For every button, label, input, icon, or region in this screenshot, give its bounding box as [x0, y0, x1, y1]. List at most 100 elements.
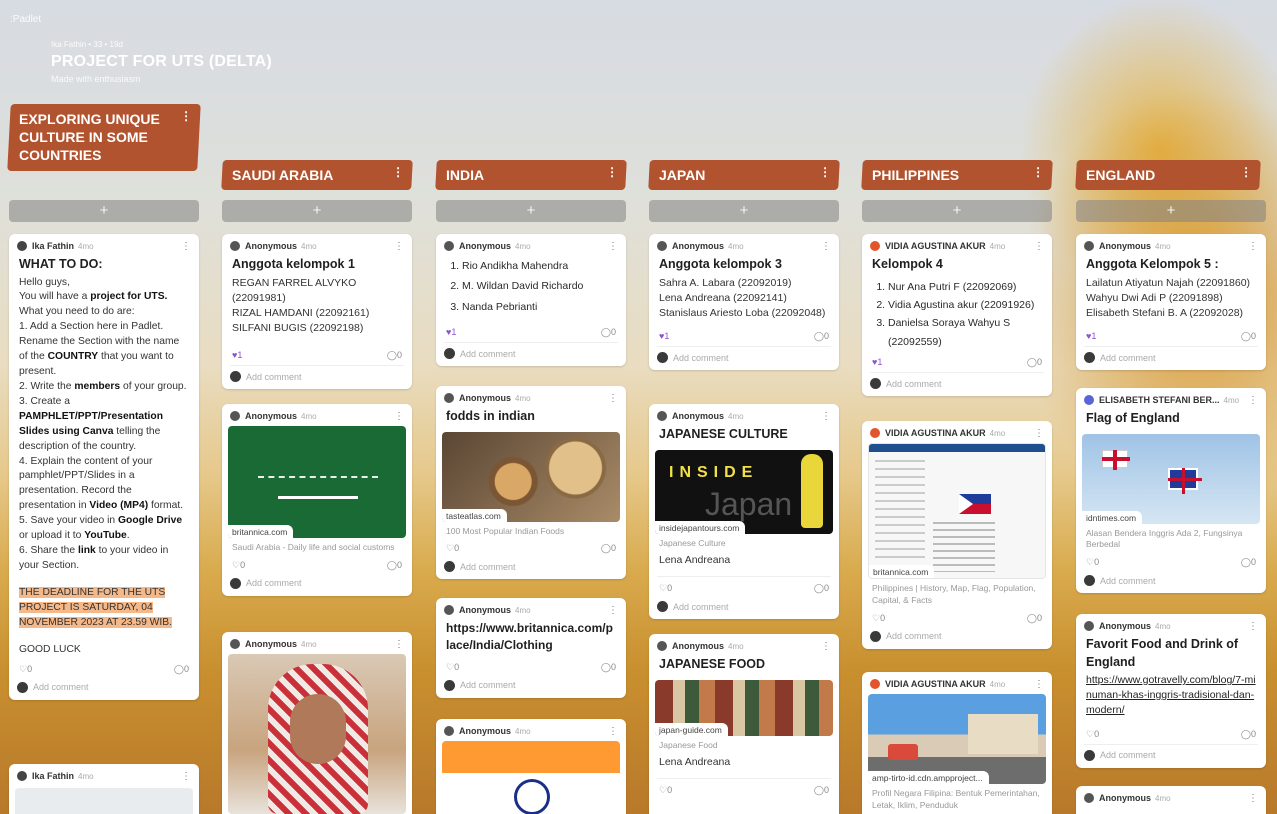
- comment-count[interactable]: ◯0: [387, 350, 402, 361]
- comment-count[interactable]: ◯0: [601, 327, 616, 338]
- add-comment[interactable]: Add comment: [436, 556, 626, 579]
- comment-count[interactable]: ◯0: [814, 583, 829, 594]
- comment-count[interactable]: ◯0: [1241, 557, 1256, 568]
- kebab-vertical-icon[interactable]: ⋮: [608, 726, 618, 737]
- post-card[interactable]: Anonymous 4mo ⋮ Anggota kelompok 1 REGAN F…: [222, 234, 412, 390]
- post-card[interactable]: VIDIA AGUSTINA AKUR4mo⋮ Kelompok 4 Nur A…: [862, 234, 1052, 396]
- add-comment[interactable]: Add comment: [1076, 347, 1266, 370]
- section-header[interactable]: SAUDI ARABIA ⋮: [221, 160, 413, 191]
- add-comment[interactable]: Add comment: [1076, 745, 1266, 768]
- saudi-flag-image[interactable]: britannica.com: [228, 426, 406, 538]
- comment-count[interactable]: ◯0: [1027, 613, 1042, 624]
- add-comment[interactable]: Add comment: [222, 366, 412, 389]
- post-card[interactable]: Ika Fathin 4mo ⋮ WHAT TO DO: Hello guys, Y…: [9, 234, 199, 700]
- add-comment[interactable]: Add comment: [436, 343, 626, 366]
- kebab-vertical-icon[interactable]: ⋮: [608, 605, 618, 616]
- comment-count[interactable]: ◯0: [814, 331, 829, 342]
- like-button[interactable]: ♡0: [19, 664, 32, 675]
- post-card[interactable]: Ika Fathin 4mo ⋮: [9, 764, 199, 814]
- kebab-vertical-icon[interactable]: ⋮: [1032, 165, 1044, 181]
- add-comment[interactable]: Add comment: [862, 373, 1052, 396]
- post-card[interactable]: Anonymous 4mo ⋮ Favorit Food and Drink of …: [1076, 614, 1266, 768]
- add-comment[interactable]: Add comment: [649, 347, 839, 370]
- like-button[interactable]: ♡0: [1086, 729, 1099, 740]
- add-comment[interactable]: Add comment: [436, 675, 626, 698]
- kebab-vertical-icon[interactable]: ⋮: [1034, 241, 1044, 252]
- post-link[interactable]: https://www.gotravelly.com/blog/7-minuma…: [1086, 674, 1256, 716]
- indian-food-image[interactable]: tasteatlas.com: [442, 431, 620, 522]
- post-card[interactable]: Anonymous 4mo ⋮ https://www.britannica.com…: [436, 598, 626, 698]
- post-card[interactable]: ELISABETH STEFANI BER... 4mo ⋮ Flag of Eng…: [1076, 388, 1266, 594]
- add-post-button[interactable]: +: [222, 200, 412, 222]
- section-header[interactable]: ENGLAND ⋮: [1075, 160, 1261, 191]
- add-comment[interactable]: Add comment: [649, 596, 839, 619]
- kebab-vertical-icon[interactable]: ⋮: [181, 241, 191, 252]
- kebab-vertical-icon[interactable]: ⋮: [181, 771, 191, 782]
- kebab-vertical-icon[interactable]: ⋮: [1034, 428, 1044, 439]
- comment-count[interactable]: ◯0: [174, 664, 189, 675]
- kebab-vertical-icon[interactable]: ⋮: [392, 165, 404, 181]
- post-card[interactable]: Anonymous 4mo ⋮ JAPANESE FOOD japan-guide.…: [649, 634, 839, 814]
- comment-count[interactable]: ◯0: [1241, 331, 1256, 342]
- kebab-vertical-icon[interactable]: ⋮: [1240, 165, 1252, 181]
- post-card[interactable]: Anonymous 4mo ⋮ fodds in indian tasteatlas…: [436, 386, 626, 580]
- section-header[interactable]: EXPLORING UNIQUE CULTURE IN SOME COUNTRI…: [7, 104, 201, 171]
- like-button[interactable]: ♡0: [659, 785, 672, 796]
- india-flag-image[interactable]: [442, 741, 620, 814]
- comment-count[interactable]: ◯0: [601, 662, 616, 673]
- post-card[interactable]: VIDIA AGUSTINA AKUR 4mo ⋮ amp-tirto-id.cdn…: [862, 672, 1052, 814]
- kebab-vertical-icon[interactable]: ⋮: [1248, 395, 1258, 406]
- like-button[interactable]: ♡0: [872, 613, 885, 624]
- like-button[interactable]: ♡0: [659, 583, 672, 594]
- like-button[interactable]: ♡0: [1086, 557, 1099, 568]
- post-card[interactable]: Anonymous 4mo ⋮ Anggota kelompok 3 Sahra A…: [649, 234, 839, 371]
- kebab-vertical-icon[interactable]: ⋮: [821, 641, 831, 652]
- portrait-image[interactable]: [228, 654, 406, 814]
- comment-count[interactable]: ◯0: [1241, 729, 1256, 740]
- post-card[interactable]: Anonymous 4mo ⋮: [436, 719, 626, 814]
- like-button[interactable]: ♡0: [446, 662, 459, 673]
- post-card[interactable]: VIDIA AGUSTINA AKUR 4mo ⋮ britannica.com P…: [862, 421, 1052, 649]
- kebab-vertical-icon[interactable]: ⋮: [819, 165, 831, 181]
- kebab-vertical-icon[interactable]: ⋮: [606, 165, 618, 181]
- add-comment[interactable]: Add comment: [9, 677, 199, 700]
- kebab-vertical-icon[interactable]: ⋮: [1248, 241, 1258, 252]
- britannica-page-image[interactable]: britannica.com: [868, 443, 1046, 579]
- post-card[interactable]: Anonymous 4mo ⋮ JAPANESE CULTURE INSIDE Ja…: [649, 404, 839, 620]
- add-comment[interactable]: Add comment: [862, 626, 1052, 649]
- kebab-vertical-icon[interactable]: ⋮: [1034, 679, 1044, 690]
- add-comment[interactable]: Add comment: [222, 573, 412, 596]
- england-flag-image[interactable]: idntimes.com: [1082, 433, 1260, 524]
- kebab-vertical-icon[interactable]: ⋮: [1248, 793, 1258, 804]
- japanese-food-image[interactable]: japan-guide.com: [655, 679, 833, 736]
- post-card[interactable]: Anonymous 4mo ⋮ Anggota Kelompok 5 : Laila…: [1076, 234, 1266, 371]
- post-card[interactable]: Anonymous 4mo ⋮: [1076, 786, 1266, 814]
- like-button[interactable]: ♥1: [659, 331, 669, 342]
- add-comment[interactable]: Add comment: [1076, 570, 1266, 593]
- like-button[interactable]: ♡0: [446, 543, 459, 554]
- comment-count[interactable]: ◯0: [1027, 357, 1042, 368]
- like-button[interactable]: ♥1: [446, 327, 456, 338]
- comment-count[interactable]: ◯0: [601, 543, 616, 554]
- add-post-button[interactable]: +: [862, 200, 1052, 222]
- section-header[interactable]: PHILIPPINES ⋮: [861, 160, 1053, 191]
- add-post-button[interactable]: +: [649, 200, 839, 222]
- app-logo[interactable]: :Padlet: [10, 14, 41, 25]
- post-link-title[interactable]: https://www.britannica.com/place/India/C…: [436, 616, 626, 656]
- post-card[interactable]: Anonymous 4mo ⋮ britannica.com Saudi Arabi…: [222, 404, 412, 596]
- comment-count[interactable]: ◯0: [387, 560, 402, 571]
- comment-count[interactable]: ◯0: [814, 785, 829, 796]
- kebab-vertical-icon[interactable]: ⋮: [180, 109, 192, 125]
- manila-street-image[interactable]: amp-tirto-id.cdn.ampproject...: [868, 694, 1046, 784]
- kebab-vertical-icon[interactable]: ⋮: [821, 241, 831, 252]
- kebab-vertical-icon[interactable]: ⋮: [1248, 621, 1258, 632]
- kebab-vertical-icon[interactable]: ⋮: [608, 393, 618, 404]
- like-button[interactable]: ♥1: [232, 350, 242, 361]
- add-post-button[interactable]: +: [1076, 200, 1266, 222]
- add-post-button[interactable]: +: [9, 200, 199, 222]
- kebab-vertical-icon[interactable]: ⋮: [821, 411, 831, 422]
- post-card[interactable]: Anonymous 4mo ⋮: [222, 632, 412, 814]
- section-header[interactable]: JAPAN ⋮: [648, 160, 840, 191]
- post-card[interactable]: Anonymous4mo⋮ Rio Andikha Mahendra M. Wi…: [436, 234, 626, 367]
- like-button[interactable]: ♡0: [232, 560, 245, 571]
